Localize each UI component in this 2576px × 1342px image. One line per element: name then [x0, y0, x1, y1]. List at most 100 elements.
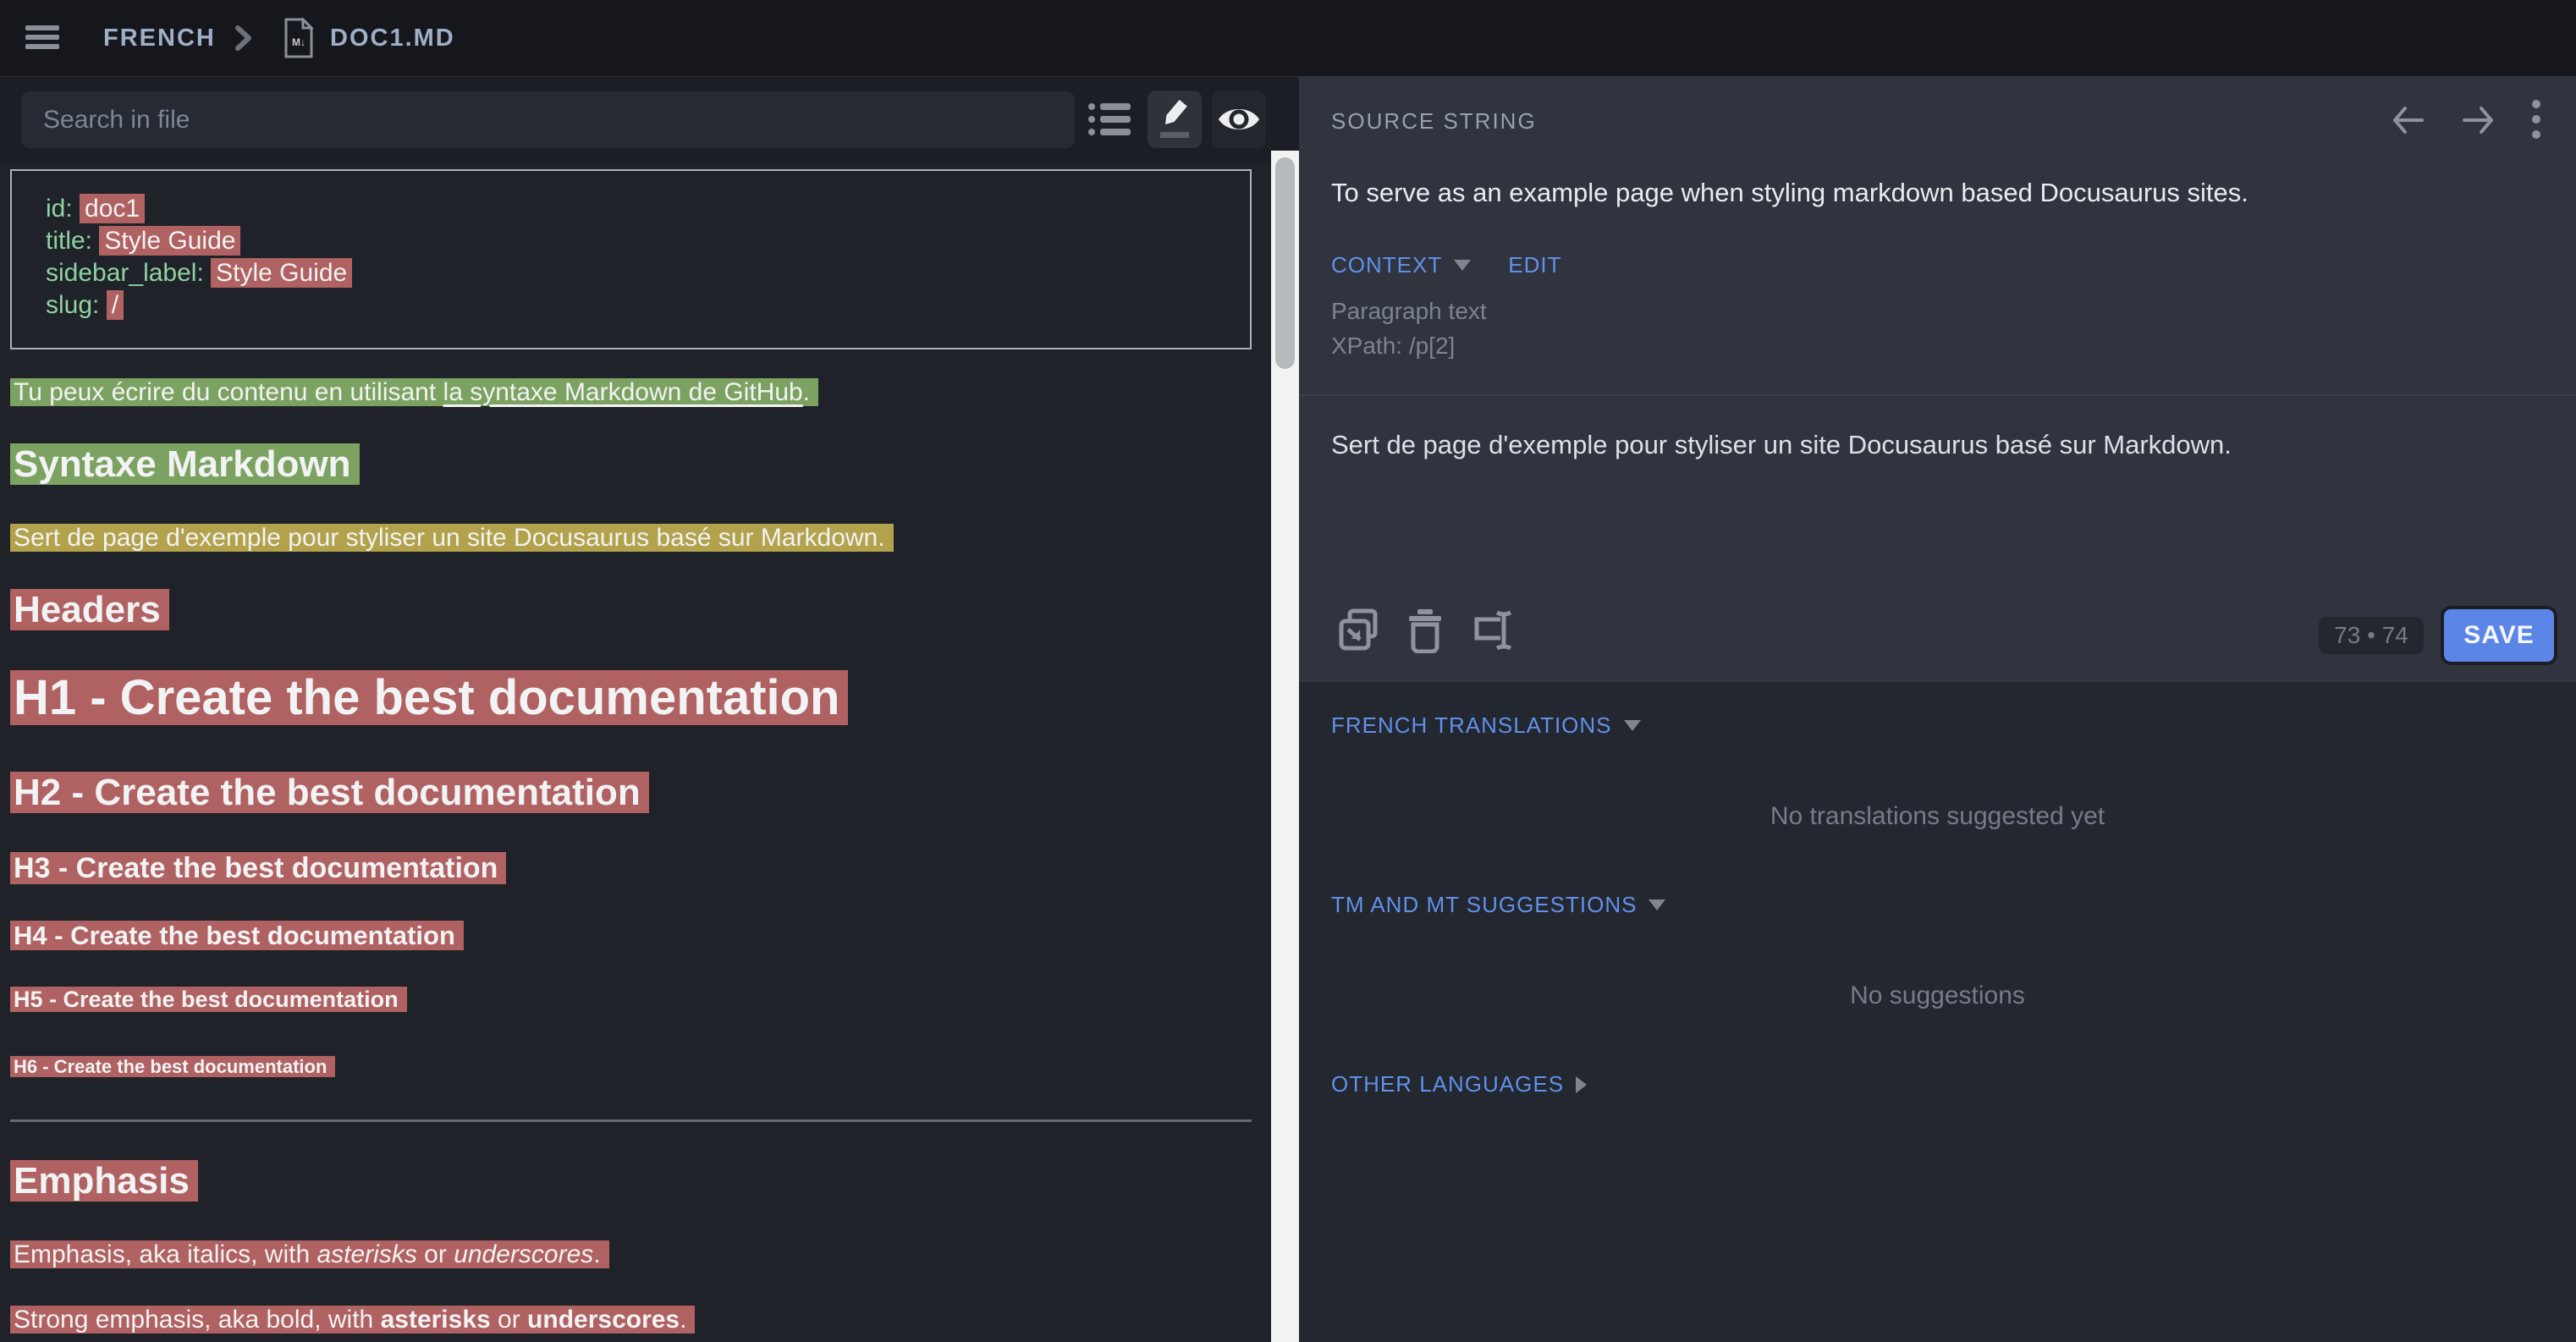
section-other-languages[interactable]: OTHER LANGUAGES [1331, 1071, 1564, 1097]
breadcrumb-file[interactable]: M↓ DOC1.MD [283, 0, 455, 76]
translatable-string-red[interactable]: H1 - Create the best documentation [10, 670, 848, 725]
text-segment: asterisks [381, 1306, 491, 1334]
translatable-string-yellow[interactable]: Sert de page d'exemple pour styliser un … [10, 524, 894, 552]
frontmatter-value-string[interactable]: / [107, 290, 124, 320]
text-segment: or [491, 1306, 527, 1334]
select-text-icon[interactable] [1472, 608, 1516, 653]
chevron-right-icon [230, 24, 256, 52]
copy-source-icon[interactable] [1338, 608, 1380, 653]
inline-link[interactable]: la syntaxe Markdown de GitHub [443, 378, 803, 406]
source-string-title: SOURCE STRING [1331, 108, 1537, 135]
translations-chevron-down-icon[interactable] [1624, 720, 1641, 731]
text-segment: H6 - Create the best documentation [14, 1056, 327, 1077]
text-segment: Emphasis [14, 1160, 190, 1202]
frontmatter-line[interactable]: sidebar_label: Style Guide [46, 257, 1250, 289]
doc-block-h6: H6 - Create the best documentation [10, 1052, 1271, 1081]
next-string-icon[interactable] [2459, 101, 2498, 140]
doc-block-p: Strong emphasis, aka bold, with asterisk… [10, 1302, 1271, 1338]
markdown-file-icon: M↓ [283, 18, 313, 58]
text-segment: Strong emphasis, aka bold, with [14, 1306, 381, 1334]
context-toggle[interactable]: CONTEXT [1331, 252, 1442, 278]
preview-button[interactable] [1212, 91, 1266, 148]
translatable-string-red[interactable]: Headers [10, 589, 169, 630]
translatable-string-red[interactable]: Emphasis [10, 1160, 198, 1202]
text-segment: . [593, 1240, 600, 1268]
text-segment: H4 - Create the best documentation [14, 921, 455, 950]
save-button[interactable]: SAVE [2444, 609, 2554, 662]
translatable-string-red[interactable]: H5 - Create the best documentation [10, 987, 407, 1012]
doc-block-h3: H3 - Create the best documentation [10, 849, 1271, 888]
doc-block-h2: Headers [10, 586, 1271, 635]
svg-text:M↓: M↓ [292, 36, 305, 48]
translatable-string-red[interactable]: H3 - Create the best documentation [10, 852, 506, 884]
project-name: FRENCH [103, 25, 216, 52]
delete-translation-icon[interactable] [1407, 608, 1443, 653]
document-panel: id: doc1title: Style Guidesidebar_label:… [0, 76, 1299, 1342]
frontmatter-line[interactable]: slug: / [46, 289, 1250, 322]
text-segment: asterisks [316, 1240, 416, 1268]
context-xpath-label: XPath: /p[2] [1331, 333, 1455, 360]
source-string-card: SOURCE STRING To serve as an example pag… [1299, 76, 2576, 682]
translatable-string-red[interactable]: Strong emphasis, aka bold, with asterisk… [10, 1306, 695, 1334]
text-segment: or [417, 1240, 454, 1268]
editor-window: FRENCH M↓ DOC1.MD [0, 0, 2576, 1342]
frontmatter-value-string[interactable]: Style Guide [99, 226, 240, 256]
translations-empty-message: No translations suggested yet [1299, 802, 2576, 831]
doc-block-h2: Syntaxe Markdown [10, 440, 1271, 489]
frontmatter-key: id: [46, 195, 73, 223]
other-languages-chevron-right-icon[interactable] [1576, 1076, 1587, 1093]
translation-toolbar: 73 • 74 SAVE [1299, 584, 2576, 682]
doc-block-h2: H2 - Create the best documentation [10, 768, 1271, 817]
doc-block-h5: H5 - Create the best documentation [10, 983, 1271, 1016]
tm-chevron-down-icon[interactable] [1649, 899, 1665, 910]
text-segment: H5 - Create the best documentation [14, 987, 399, 1012]
frontmatter-line[interactable]: title: Style Guide [46, 225, 1250, 257]
doc-block-h2: Emphasis [10, 1157, 1271, 1206]
context-type-label: Paragraph text [1331, 298, 1487, 325]
frontmatter-line[interactable]: id: doc1 [46, 193, 1250, 225]
tm-empty-message: No suggestions [1299, 982, 2576, 1010]
text-segment: underscores [454, 1240, 593, 1268]
document-scrollbar[interactable] [1271, 151, 1299, 1342]
doc-block-h1: H1 - Create the best documentation [10, 666, 1271, 730]
translatable-string-red[interactable]: H2 - Create the best documentation [10, 772, 649, 813]
doc-block-p: Emphasis, aka italics, with asterisks or… [10, 1237, 1271, 1273]
translatable-string-red[interactable]: Emphasis, aka italics, with asterisks or… [10, 1240, 609, 1268]
text-segment: Tu peux écrire du contenu en utilisant [14, 378, 443, 406]
scrollbar-thumb[interactable] [1275, 157, 1295, 369]
search-input[interactable] [21, 91, 1075, 148]
hamburger-menu-icon[interactable] [25, 25, 59, 51]
translatable-string-red[interactable]: H6 - Create the best documentation [10, 1056, 335, 1077]
text-segment: underscores [527, 1306, 680, 1334]
context-chevron-down-icon[interactable] [1454, 260, 1471, 271]
text-segment: Headers [14, 589, 161, 630]
translatable-string-red[interactable]: H4 - Create the best documentation [10, 921, 464, 950]
previous-string-icon[interactable] [2388, 101, 2427, 140]
translatable-string-green[interactable]: Tu peux écrire du contenu en utilisant l… [10, 378, 818, 406]
section-french-translations[interactable]: FRENCH TRANSLATIONS [1331, 712, 1612, 739]
text-segment: . [680, 1306, 686, 1334]
translation-input[interactable]: Sert de page d'exemple pour styliser un … [1331, 430, 2541, 460]
doc-block-p: Tu peux écrire du contenu en utilisant l… [10, 375, 1271, 410]
list-icon [1087, 100, 1133, 139]
frontmatter-key: sidebar_label: [46, 259, 204, 287]
text-segment: H3 - Create the best documentation [14, 852, 498, 884]
translatable-string-green[interactable]: Syntaxe Markdown [10, 443, 360, 485]
frontmatter-key: title: [46, 227, 92, 255]
edit-mode-button[interactable] [1148, 91, 1202, 148]
character-counter: 73 • 74 [2319, 617, 2424, 654]
file-name: DOC1.MD [330, 25, 455, 52]
text-segment: . [803, 378, 810, 406]
file-toolbar [0, 76, 1299, 164]
context-edit-link[interactable]: EDIT [1508, 252, 1561, 278]
translation-panel: SOURCE STRING To serve as an example pag… [1299, 76, 2576, 1342]
more-options-icon[interactable] [2530, 98, 2542, 142]
pencil-icon [1157, 100, 1192, 139]
breadcrumb-project[interactable]: FRENCH [103, 0, 216, 76]
section-tm-mt-suggestions[interactable]: TM AND MT SUGGESTIONS [1331, 892, 1637, 918]
frontmatter-value-string[interactable]: doc1 [80, 194, 145, 223]
string-list-button[interactable] [1083, 91, 1137, 148]
eye-icon [1217, 103, 1261, 135]
doc-block-p: Sert de page d'exemple pour styliser un … [10, 520, 1271, 556]
frontmatter-value-string[interactable]: Style Guide [211, 258, 352, 288]
